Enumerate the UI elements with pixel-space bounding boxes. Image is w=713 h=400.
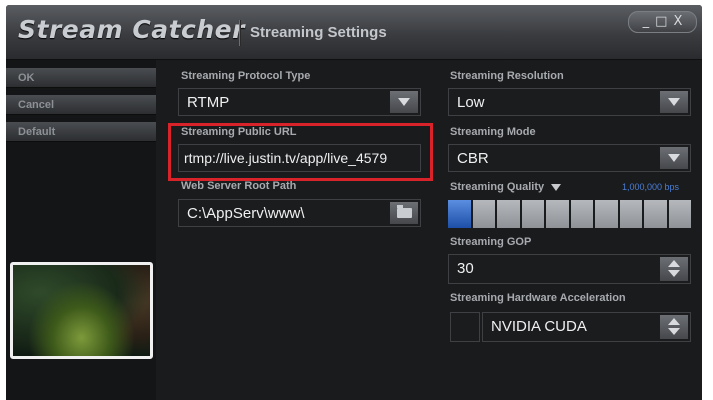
quality-segment[interactable] bbox=[472, 200, 495, 228]
gop-stepper[interactable]: 30 bbox=[448, 254, 691, 284]
gop-spin-button[interactable] bbox=[660, 257, 688, 281]
arrow-down-icon bbox=[668, 270, 680, 277]
quality-segment[interactable] bbox=[521, 200, 544, 228]
mode-dropdown[interactable]: CBR bbox=[448, 144, 691, 172]
quality-segment[interactable] bbox=[570, 200, 593, 228]
chevron-down-icon bbox=[398, 98, 410, 106]
arrow-up-icon bbox=[668, 318, 680, 325]
minimize-icon[interactable]: _ bbox=[643, 15, 650, 29]
web-root-value: C:\AppServ\www\ bbox=[187, 205, 305, 222]
resolution-dropdown[interactable]: Low bbox=[448, 88, 691, 116]
preview-thumbnail bbox=[10, 262, 153, 359]
resolution-value: Low bbox=[457, 94, 485, 111]
quality-segment[interactable] bbox=[668, 200, 691, 228]
app-title: Stream Catcher bbox=[18, 15, 245, 44]
folder-icon bbox=[397, 205, 412, 218]
web-root-input[interactable]: C:\AppServ\www\ bbox=[178, 199, 421, 227]
chevron-down-icon bbox=[668, 154, 680, 162]
quality-dropdown-icon[interactable] bbox=[551, 183, 562, 191]
protocol-value: RTMP bbox=[187, 94, 230, 111]
quality-segment[interactable] bbox=[546, 200, 569, 228]
quality-segment[interactable] bbox=[644, 200, 667, 228]
hw-accel-checkbox[interactable] bbox=[450, 312, 480, 342]
quality-segment[interactable] bbox=[497, 200, 520, 228]
gop-label: Streaming GOP bbox=[450, 236, 532, 248]
quality-slider[interactable] bbox=[448, 200, 691, 228]
protocol-dropdown[interactable]: RTMP bbox=[178, 88, 421, 116]
title-separator bbox=[239, 20, 240, 46]
protocol-dropdown-button[interactable] bbox=[390, 91, 418, 113]
title-bar: Stream Catcher Streaming Settings _ □ X bbox=[6, 5, 702, 60]
arrow-up-icon bbox=[668, 260, 680, 267]
protocol-label: Streaming Protocol Type bbox=[181, 70, 311, 82]
close-icon[interactable]: X bbox=[673, 15, 682, 29]
url-highlight-box bbox=[168, 123, 433, 181]
hw-accel-value: NVIDIA CUDA bbox=[491, 318, 587, 335]
quality-label-row: Streaming Quality bbox=[450, 181, 562, 193]
window-controls: _ □ X bbox=[628, 11, 697, 33]
browse-folder-button[interactable] bbox=[390, 202, 418, 224]
maximize-icon[interactable]: □ bbox=[655, 15, 667, 29]
quality-segment[interactable] bbox=[595, 200, 618, 228]
resolution-label: Streaming Resolution bbox=[450, 70, 564, 82]
quality-label: Streaming Quality bbox=[450, 181, 545, 193]
mode-dropdown-button[interactable] bbox=[660, 147, 688, 169]
arrow-down-icon bbox=[668, 328, 680, 335]
hw-accel-spin-button[interactable] bbox=[660, 315, 688, 339]
quality-bps: 1,000,000 bps bbox=[622, 182, 680, 192]
sidebar: OK Cancel Default bbox=[6, 60, 156, 400]
default-button[interactable]: Default bbox=[6, 122, 156, 142]
chevron-down-icon bbox=[668, 98, 680, 106]
hw-accel-stepper[interactable]: NVIDIA CUDA bbox=[482, 312, 691, 342]
mode-value: CBR bbox=[457, 150, 489, 167]
mode-label: Streaming Mode bbox=[450, 126, 536, 138]
quality-segment[interactable] bbox=[448, 200, 471, 228]
web-root-label: Web Server Root Path bbox=[181, 180, 297, 192]
resolution-dropdown-button[interactable] bbox=[660, 91, 688, 113]
gop-value: 30 bbox=[457, 260, 474, 277]
ok-button[interactable]: OK bbox=[6, 68, 156, 88]
hw-accel-label: Streaming Hardware Acceleration bbox=[450, 292, 626, 304]
quality-segment[interactable] bbox=[619, 200, 642, 228]
page-title: Streaming Settings bbox=[250, 24, 387, 41]
cancel-button[interactable]: Cancel bbox=[6, 95, 156, 115]
